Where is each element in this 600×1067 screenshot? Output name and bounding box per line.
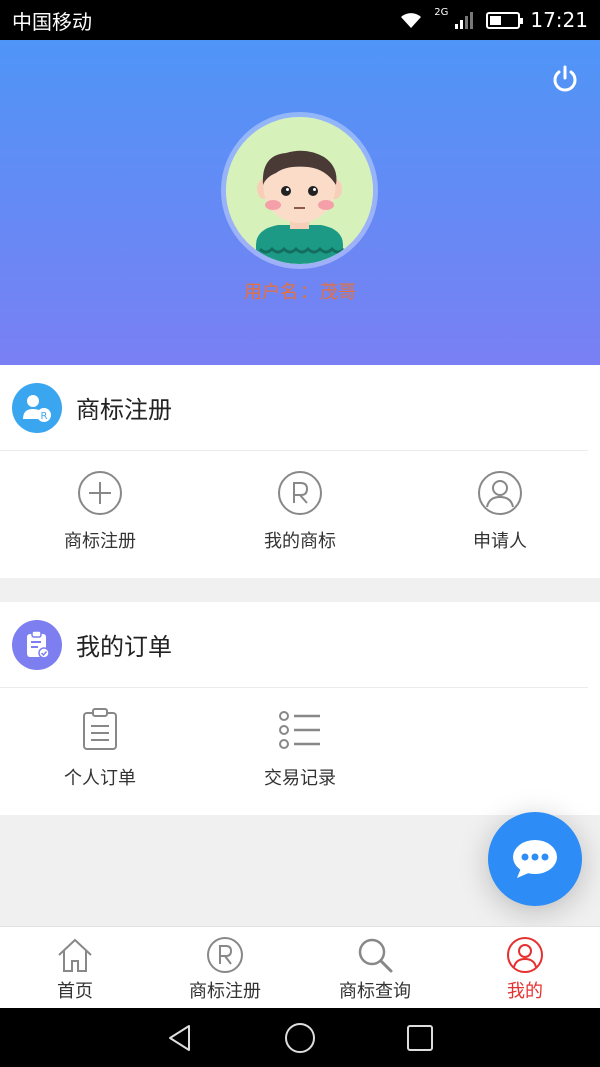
trademark-section-title: 商标注册 [76,396,172,424]
back-triangle-icon [169,1024,190,1051]
username-value: 茂哥 [320,282,356,303]
tab-trademark-register-label: 商标注册 [189,981,261,1002]
tab-trademark-search-label: 商标查询 [339,981,411,1002]
avatar-image [226,117,373,264]
home-circle-icon [285,1022,315,1053]
orders-section: 我的订单 个人订单 交易记录 [0,602,600,815]
username-label: 用户名 [244,282,298,303]
chat-bubble-icon [513,840,557,878]
trademark-grid: 商标注册 我的商标 申请人 [0,451,600,553]
order-clipboard-icon [12,619,62,670]
home-button[interactable] [280,1018,320,1058]
carrier-name: 中国移动 [12,9,92,34]
orders-section-header: 我的订单 [0,602,588,688]
svg-text:R: R [41,411,48,422]
back-button[interactable] [160,1018,200,1058]
username-line: 用户名：茂哥 [0,278,600,304]
recents-button[interactable] [400,1018,440,1058]
home-icon [58,938,92,972]
power-icon[interactable] [550,64,580,94]
my-trademarks-label: 我的商标 [264,531,336,552]
trademark-section: R 商标注册 商标注册 我的商标 申请人 [0,365,600,578]
orders-section-title: 我的订单 [76,633,172,661]
profile-header: 用户名：茂哥 [0,40,600,365]
orders-grid: 个人订单 交易记录 [0,688,600,790]
clipboard-icon [83,708,117,750]
tab-home-label: 首页 [57,981,93,1002]
plus-circle-icon [78,471,122,515]
applicant-label: 申请人 [473,531,527,552]
search-icon [358,938,393,973]
signal-icon [455,12,474,29]
registered-icon [207,937,243,973]
registered-icon [278,471,322,515]
personal-orders-item[interactable]: 个人订单 [0,706,200,790]
transactions-label: 交易记录 [264,768,336,789]
applicant-item[interactable]: 申请人 [400,469,600,553]
my-trademarks-item[interactable]: 我的商标 [200,469,400,553]
person-icon [478,471,522,515]
battery-icon [486,11,524,29]
tab-trademark-search[interactable]: 商标查询 [300,927,450,1008]
chat-fab-button[interactable] [488,812,582,906]
wifi-icon [401,13,422,28]
boy-avatar-icon [226,117,373,264]
system-nav-bar [0,1008,600,1067]
trademark-register-item[interactable]: 商标注册 [0,469,200,553]
tab-mine-label: 我的 [507,981,543,1002]
transactions-item[interactable]: 交易记录 [200,706,400,790]
status-bar: 中国移动 2G 17:21 [0,0,600,40]
bottom-tab-bar: 首页 商标注册 商标查询 我的 [0,926,600,1008]
username-separator: ： [300,282,318,303]
trademark-register-label: 商标注册 [64,531,136,552]
network-type: 2G [434,6,449,18]
user-icon [507,937,543,973]
trademark-user-icon: R [12,382,62,433]
tab-trademark-register[interactable]: 商标注册 [150,927,300,1008]
status-icons: 2G 17:21 [398,6,588,32]
clock: 17:21 [530,8,588,32]
tab-mine[interactable]: 我的 [450,927,600,1008]
list-icon [279,711,320,749]
tab-home[interactable]: 首页 [0,927,150,1008]
personal-orders-label: 个人订单 [64,768,136,789]
trademark-section-header: R 商标注册 [0,365,588,451]
recents-square-icon [407,1024,433,1051]
avatar[interactable] [221,112,378,269]
